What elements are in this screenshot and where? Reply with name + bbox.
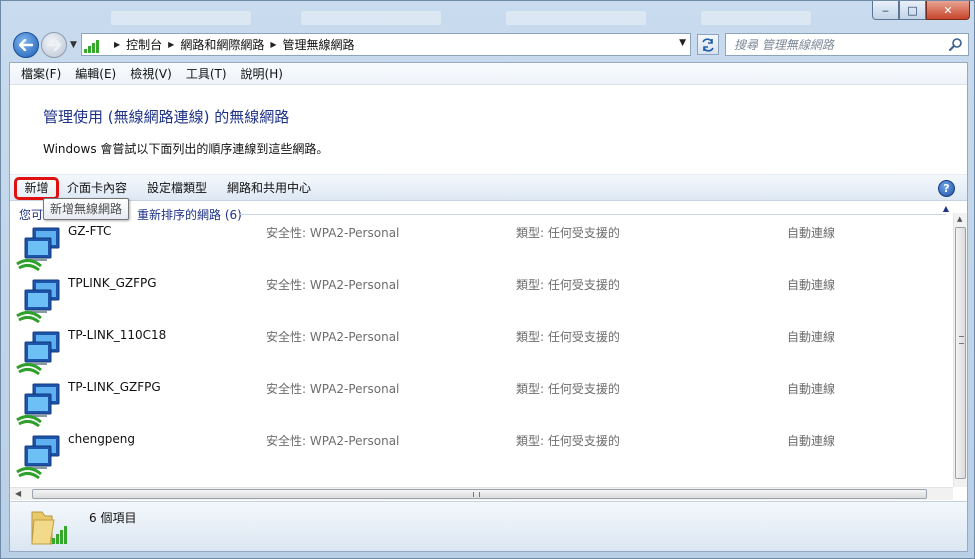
wireless-network-icon	[16, 331, 60, 376]
maximize-button[interactable]: □	[899, 1, 926, 20]
close-button[interactable]: ✕	[926, 1, 970, 20]
network-mode: 自動連線	[787, 330, 836, 344]
network-row-gz-ftc[interactable]: GZ-FTC 安全性: WPA2-Personal 類型: 任何受支援的 自動連…	[10, 221, 952, 273]
command-bar: 新增 介面卡內容 設定檔類型 網路和共用中心 ?	[10, 174, 967, 201]
menu-help[interactable]: 說明(H)	[234, 64, 290, 84]
menu-view[interactable]: 檢視(V)	[123, 64, 179, 84]
network-mode: 自動連線	[787, 382, 836, 396]
network-type: 類型: 任何受支援的	[516, 434, 620, 448]
address-bar[interactable]: ▶ 控制台 ▶ 網路和網際網路 ▶ 管理無線網路 ▼	[81, 33, 691, 56]
breadcrumb-control-panel[interactable]: 控制台	[126, 36, 162, 53]
network-type: 類型: 任何受支援的	[516, 278, 620, 292]
wireless-network-icon	[16, 279, 60, 324]
vertical-scroll-thumb[interactable]	[955, 227, 966, 479]
network-security: 安全性: WPA2-Personal	[266, 330, 400, 344]
ghost-tab	[701, 11, 811, 25]
network-name: GZ-FTC	[68, 224, 112, 238]
network-row-chengpeng[interactable]: chengpeng 安全性: WPA2-Personal 類型: 任何受支援的 …	[10, 429, 952, 481]
folder-signal-icon	[31, 511, 67, 545]
network-security: 安全性: WPA2-Personal	[266, 278, 400, 292]
title-bar[interactable]: ‒ □ ✕	[1, 1, 975, 29]
ghost-tab	[111, 11, 251, 25]
network-mode: 自動連線	[787, 434, 836, 448]
refresh-icon	[702, 37, 714, 52]
menu-tools[interactable]: 工具(T)	[179, 64, 234, 84]
window-controls: ‒ □ ✕	[872, 1, 970, 21]
page-header: 管理使用 (無線網路連線) 的無線網路 Windows 會嘗試以下面列出的順序連…	[10, 86, 967, 174]
vertical-scrollbar[interactable]: ▲	[953, 213, 967, 487]
minimize-button[interactable]: ‒	[872, 1, 899, 20]
network-type: 類型: 任何受支援的	[516, 330, 620, 344]
refresh-button[interactable]	[697, 34, 719, 55]
network-name: TPLINK_GZFPG	[68, 276, 157, 290]
horizontal-scroll-thumb[interactable]	[32, 489, 927, 499]
network-row-tp-link-gzfpg[interactable]: TP-LINK_GZFPG 安全性: WPA2-Personal 類型: 任何受…	[10, 377, 952, 429]
group-header-start: 您可	[19, 208, 44, 222]
scroll-left-icon[interactable]: ◀	[15, 489, 21, 498]
add-network-tooltip: 新增無線網路	[43, 198, 130, 220]
profile-types-button[interactable]: 設定檔類型	[143, 179, 211, 198]
search-icon[interactable]	[949, 37, 963, 51]
search-box[interactable]	[725, 33, 969, 56]
chevron-right-icon[interactable]: ▶	[114, 40, 120, 49]
network-signal-icon	[84, 37, 102, 53]
ghost-tab	[506, 11, 646, 25]
collapse-group-icon[interactable]: ▲	[943, 204, 949, 213]
search-input[interactable]	[734, 37, 934, 52]
navigation-bar: ▼ ▶ 控制台 ▶ 網路和網際網路 ▶ 管理無線網路 ▼	[9, 31, 969, 59]
network-row-tplink-gzfpg[interactable]: TPLINK_GZFPG 安全性: WPA2-Personal 類型: 任何受支…	[10, 273, 952, 325]
network-name: chengpeng	[68, 432, 136, 446]
grip-icon	[473, 492, 480, 497]
wireless-network-icon	[16, 383, 60, 428]
network-type: 類型: 任何受支援的	[516, 226, 620, 240]
network-mode: 自動連線	[787, 226, 836, 240]
wireless-network-icon	[16, 227, 60, 272]
explorer-window: ‒ □ ✕ ▼ ▶ 控制台 ▶ 網路和網際網路 ▶ 管理無線網路 ▼ 搜尋 管理…	[0, 0, 975, 559]
menu-file[interactable]: 檔案(F)	[14, 64, 68, 84]
help-icon[interactable]: ?	[938, 180, 955, 197]
menu-bar: 檔案(F) 編輯(E) 檢視(V) 工具(T) 說明(H)	[10, 63, 967, 85]
scroll-up-icon[interactable]: ▲	[957, 215, 962, 223]
network-type: 類型: 任何受支援的	[516, 382, 620, 396]
wireless-network-icon	[16, 435, 60, 480]
chevron-right-icon[interactable]: ▶	[270, 40, 276, 49]
menu-edit[interactable]: 編輯(E)	[68, 64, 123, 84]
content-area: 檔案(F) 編輯(E) 檢視(V) 工具(T) 說明(H) 管理使用 (無線網路…	[9, 62, 968, 552]
forward-button[interactable]	[41, 32, 67, 58]
ghost-tab	[301, 11, 441, 25]
back-button[interactable]	[13, 32, 39, 58]
page-title: 管理使用 (無線網路連線) 的無線網路	[43, 108, 290, 126]
recent-pages-dropdown-icon[interactable]: ▼	[70, 40, 77, 50]
grip-icon	[959, 336, 964, 344]
network-security: 安全性: WPA2-Personal	[266, 226, 400, 240]
back-arrow-icon	[19, 39, 33, 51]
forward-arrow-icon	[47, 39, 61, 51]
group-header-end: 重新排序的網路 (6)	[137, 208, 242, 222]
network-mode: 自動連線	[787, 278, 836, 292]
breadcrumb-manage-wireless[interactable]: 管理無線網路	[283, 36, 355, 53]
network-list[interactable]: 您可 重新排序的網路 (6) ▲ GZ-FTC 安全性: WPA2-Persona…	[10, 202, 952, 487]
adapter-properties-button[interactable]: 介面卡內容	[63, 179, 131, 198]
item-count: 6 個項目	[89, 511, 137, 525]
network-sharing-center-button[interactable]: 網路和共用中心	[223, 179, 315, 198]
page-description: Windows 會嘗試以下面列出的順序連線到這些網路。	[43, 142, 329, 156]
network-row-tp-link-110c18[interactable]: TP-LINK_110C18 安全性: WPA2-Personal 類型: 任何…	[10, 325, 952, 377]
address-dropdown-icon[interactable]: ▼	[679, 38, 686, 48]
network-name: TP-LINK_GZFPG	[68, 380, 161, 394]
horizontal-scrollbar[interactable]: ◀	[10, 487, 953, 500]
network-security: 安全性: WPA2-Personal	[266, 382, 400, 396]
network-security: 安全性: WPA2-Personal	[266, 434, 400, 448]
chevron-right-icon[interactable]: ▶	[168, 40, 174, 49]
network-name: TP-LINK_110C18	[68, 328, 167, 342]
add-network-button[interactable]: 新增	[14, 177, 59, 200]
breadcrumb-network-internet[interactable]: 網路和網際網路	[180, 36, 264, 53]
details-pane: 6 個項目	[10, 501, 967, 551]
group-divider	[240, 214, 946, 215]
